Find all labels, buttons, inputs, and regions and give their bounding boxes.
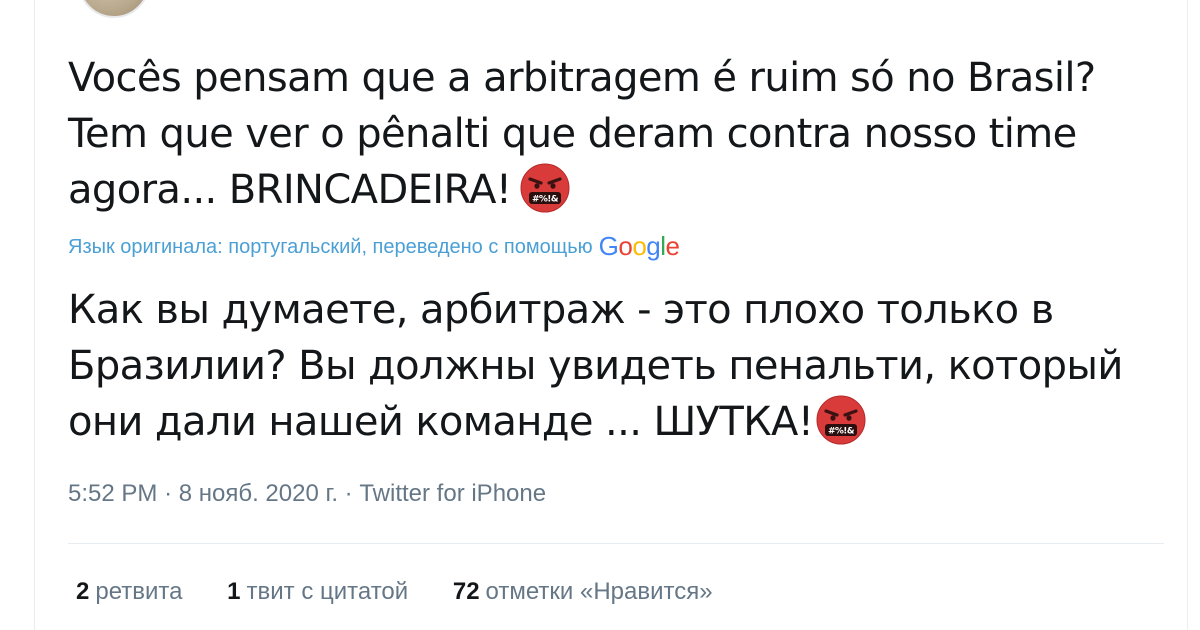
tweet-original-line-3-text: agora... BRINCADEIRA! bbox=[68, 167, 512, 213]
meta-separator: · bbox=[344, 480, 353, 507]
face-with-symbols-on-mouth-icon: #%!& bbox=[519, 162, 571, 214]
svg-text:#%!&: #%!& bbox=[828, 427, 855, 437]
tweet-translated-line-3-text: они дали нашей команде ... ШУТКА! bbox=[68, 399, 814, 445]
tweet-time[interactable]: 5:52 PM bbox=[68, 480, 157, 507]
tweet-source[interactable]: Twitter for iPhone bbox=[359, 480, 546, 507]
card-left-border bbox=[34, 0, 35, 630]
likes-label: отметки «Нравится» bbox=[485, 578, 713, 605]
tweet-translated-text: Как вы думаете, арбитраж - это плохо тол… bbox=[68, 282, 1168, 450]
tweet-original-line-1: Vocês pensam que a arbitragem é ruim só … bbox=[68, 55, 1096, 101]
likes-stat[interactable]: 72 отметки «Нравится» bbox=[453, 576, 713, 608]
tweet-card: Vocês pensam que a arbitragem é ruim só … bbox=[0, 0, 1200, 630]
tweet-translated-line-3: они дали нашей команде ... ШУТКА! #%!& bbox=[68, 394, 1168, 450]
tweet-meta: 5:52 PM · 8 нояб. 2020 г. · Twitter for … bbox=[68, 478, 546, 510]
likes-count: 72 bbox=[452, 578, 480, 605]
meta-separator: · bbox=[164, 480, 173, 507]
avatar[interactable] bbox=[78, 0, 150, 18]
svg-text:#%!&: #%!& bbox=[532, 195, 559, 205]
quotes-count: 1 bbox=[227, 578, 241, 605]
tweet-date[interactable]: 8 нояб. 2020 г. bbox=[179, 480, 338, 507]
quotes-label: твит с цитатой bbox=[246, 578, 409, 605]
face-with-symbols-on-mouth-icon: #%!& bbox=[815, 394, 867, 446]
retweets-count: 2 bbox=[76, 578, 90, 605]
translation-note[interactable]: Язык оригинала: португальский, переведен… bbox=[68, 233, 680, 260]
tweet-original-line-2: Tem que ver o pênalti que deram contra n… bbox=[68, 111, 1077, 157]
retweets-label: ретвита bbox=[95, 578, 183, 605]
tweet-original-text: Vocês pensam que a arbitragem é ruim só … bbox=[68, 50, 1158, 218]
google-logo: Google bbox=[598, 231, 680, 261]
tweet-translated-line-1: Как вы думаете, арбитраж - это плохо тол… bbox=[68, 287, 1054, 333]
card-right-border bbox=[1187, 0, 1188, 630]
tweet-original-line-3: agora... BRINCADEIRA! #%!& bbox=[68, 162, 1158, 218]
divider bbox=[68, 543, 1164, 544]
tweet-stats: 2 ретвита 1 твит с цитатой 72 отметки «Нрав… bbox=[76, 576, 751, 608]
tweet-translated-line-2: Бразилии? Вы должны увидеть пенальти, ко… bbox=[68, 343, 1123, 389]
translation-note-text: Язык оригинала: португальский, переведен… bbox=[68, 236, 593, 258]
retweets-stat[interactable]: 2 ретвита bbox=[76, 576, 182, 608]
quotes-stat[interactable]: 1 твит с цитатой bbox=[227, 576, 408, 608]
